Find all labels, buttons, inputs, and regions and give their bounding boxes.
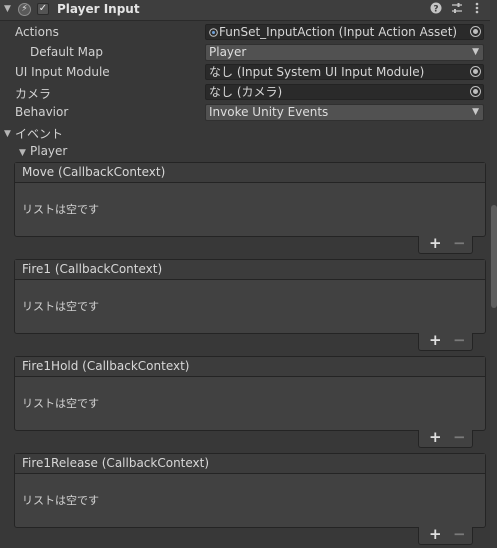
event-header: Fire1Release (CallbackContext) <box>15 454 485 474</box>
player-input-icon: ⚡ <box>18 3 31 16</box>
camera-label: カメラ <box>15 87 52 101</box>
events-label[interactable]: イベント <box>15 125 63 142</box>
help-icon[interactable]: ? <box>430 2 442 17</box>
list-footer: + − <box>418 331 473 351</box>
actions-value: FunSet_InputAction (Input Action Asset) <box>219 25 458 39</box>
event-title: Move (CallbackContext) <box>22 165 166 179</box>
player-group-label[interactable]: Player <box>30 144 67 158</box>
dropdown-arrow-icon: ▼ <box>472 47 479 57</box>
add-button[interactable]: + <box>429 428 442 446</box>
remove-button[interactable]: − <box>453 331 466 349</box>
list-footer: + − <box>418 525 473 545</box>
empty-list-text: リストは空です <box>22 300 99 313</box>
enable-checkbox[interactable]: ✓ <box>37 3 49 15</box>
foldout-arrow-icon[interactable]: ▼ <box>4 4 11 14</box>
camera-value: なし (カメラ) <box>209 85 283 99</box>
remove-button[interactable]: − <box>453 525 466 543</box>
event-list-fire1: Fire1 (CallbackContext) リストは空です <box>14 259 486 334</box>
empty-list-text: リストは空です <box>22 203 99 216</box>
empty-list-text: リストは空です <box>22 494 99 507</box>
default-map-label: Default Map <box>30 45 103 59</box>
event-title: Fire1 (CallbackContext) <box>22 262 163 276</box>
default-map-value: Player <box>209 45 247 59</box>
object-picker-icon[interactable] <box>470 86 481 97</box>
behavior-value: Invoke Unity Events <box>209 105 329 119</box>
scrollbar-thumb[interactable] <box>491 205 497 308</box>
object-picker-icon[interactable] <box>470 26 481 37</box>
event-list-fire1release: Fire1Release (CallbackContext) リストは空です <box>14 453 486 528</box>
add-button[interactable]: + <box>429 331 442 349</box>
camera-field[interactable]: なし (カメラ) <box>205 84 484 100</box>
list-footer: + − <box>418 428 473 448</box>
player-foldout-arrow-icon[interactable]: ▼ <box>19 148 26 158</box>
remove-button[interactable]: − <box>453 234 466 252</box>
event-title: Fire1Hold (CallbackContext) <box>22 359 190 373</box>
kebab-menu-icon[interactable] <box>474 2 480 17</box>
default-map-dropdown[interactable]: Player ▼ <box>205 44 484 61</box>
behavior-label: Behavior <box>15 105 69 119</box>
remove-button[interactable]: − <box>453 428 466 446</box>
kebab-menu-icon-svg <box>475 2 479 14</box>
add-button[interactable]: + <box>429 234 442 252</box>
object-picker-icon[interactable] <box>470 66 481 77</box>
ui-input-module-value: なし (Input System UI Input Module) <box>209 65 425 79</box>
add-button[interactable]: + <box>429 525 442 543</box>
behavior-dropdown[interactable]: Invoke Unity Events ▼ <box>205 104 484 121</box>
actions-field[interactable]: FunSet_InputAction (Input Action Asset) <box>205 24 484 40</box>
actions-label: Actions <box>15 25 59 39</box>
event-header: Move (CallbackContext) <box>15 163 485 183</box>
event-title: Fire1Release (CallbackContext) <box>22 456 210 470</box>
component-title: Player Input <box>57 2 140 16</box>
event-list-move: Move (CallbackContext) リストは空です <box>14 162 486 237</box>
help-icon-svg: ? <box>430 2 442 15</box>
component-header: ▼ ⚡ ✓ Player Input ? <box>0 0 490 21</box>
presets-icon[interactable] <box>451 2 463 17</box>
event-header: Fire1 (CallbackContext) <box>15 260 485 280</box>
ui-input-module-field[interactable]: なし (Input System UI Input Module) <box>205 64 484 80</box>
event-header: Fire1Hold (CallbackContext) <box>15 357 485 377</box>
events-foldout-arrow-icon[interactable]: ▼ <box>4 129 11 139</box>
list-footer: + − <box>418 234 473 254</box>
event-list-fire1hold: Fire1Hold (CallbackContext) リストは空です <box>14 356 486 431</box>
input-action-asset-icon <box>209 28 218 37</box>
svg-text:?: ? <box>433 5 438 15</box>
presets-icon-svg <box>452 3 462 13</box>
ui-input-module-label: UI Input Module <box>15 65 110 79</box>
dropdown-arrow-icon: ▼ <box>472 107 479 117</box>
empty-list-text: リストは空です <box>22 397 99 410</box>
